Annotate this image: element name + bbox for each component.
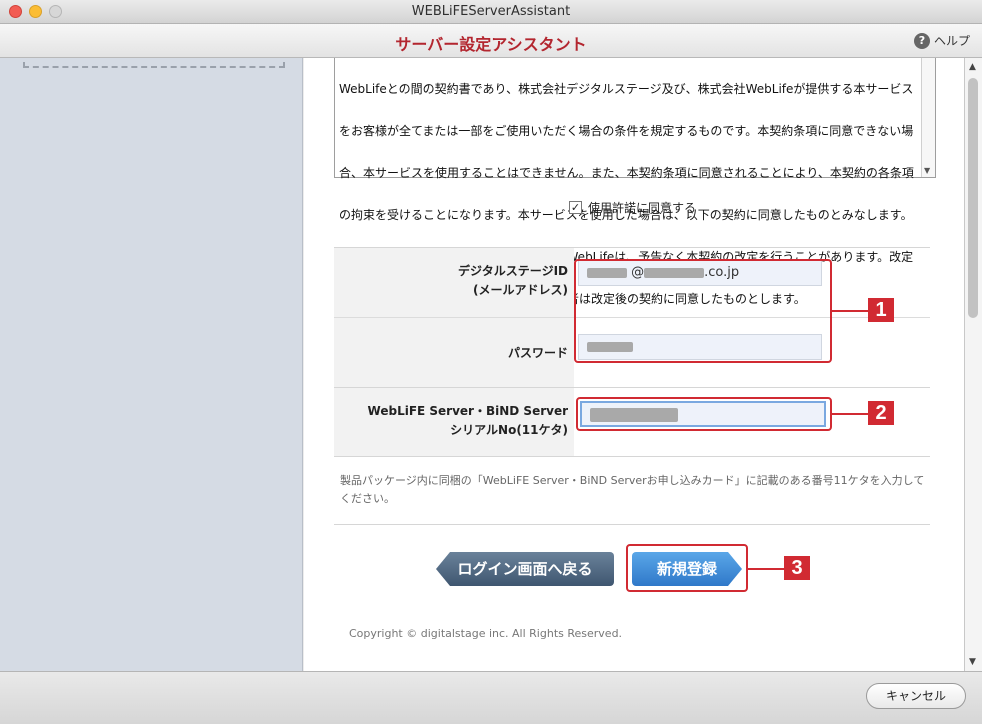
agree-checkbox-row[interactable]: ✓ 使用許諾に同意する bbox=[569, 199, 696, 216]
main-content: WebLifeとの間の契約書であり、株式会社デジタルステージ及び、株式会社Web… bbox=[304, 58, 964, 671]
cancel-button[interactable]: キャンセル bbox=[866, 683, 966, 709]
help-button[interactable]: ? ヘルプ bbox=[913, 32, 970, 49]
password-label: パスワード bbox=[507, 346, 568, 360]
help-label: ヘルプ bbox=[933, 34, 970, 48]
callout-badge-2: 2 bbox=[868, 401, 894, 425]
terms-textarea[interactable]: WebLifeとの間の契約書であり、株式会社デジタルステージ及び、株式会社Web… bbox=[334, 58, 936, 306]
terms-line: WebLifeとの間の契約書であり、株式会社デジタルステージ及び、株式会社Web… bbox=[339, 82, 914, 96]
serial-help-note: 製品パッケージ内に同梱の「WebLiFE Server・BiND Serverお… bbox=[340, 474, 925, 505]
window-title: WEBLiFEServerAssistant bbox=[411, 4, 571, 19]
divider bbox=[334, 524, 930, 525]
callout-line-1 bbox=[832, 310, 868, 312]
password-label-cell: パスワード bbox=[334, 318, 574, 387]
agree-checkbox[interactable]: ✓ bbox=[569, 201, 582, 214]
callout-highlight-1 bbox=[574, 259, 832, 363]
terms-scrollbar[interactable]: ▼ bbox=[921, 58, 935, 177]
copyright: Copyright © digitalstage inc. All Rights… bbox=[349, 627, 623, 640]
scrollbar-thumb[interactable] bbox=[968, 78, 978, 318]
digital-id-label: デジタルステージID (メールアドレス) bbox=[458, 264, 568, 297]
terms-line: 合、本サービスを使用することはできません。また、本契約条項に同意されることにより… bbox=[339, 166, 914, 180]
app-header: サーバー設定アシスタント ? ヘルプ bbox=[0, 24, 982, 58]
callout-badge-1: 1 bbox=[868, 298, 894, 322]
terms-line: をお客様が全てまたは一部をご使用いただく場合の条件を規定するものです。本契約条項… bbox=[339, 124, 914, 138]
window-titlebar: WEBLiFEServerAssistant bbox=[0, 0, 982, 24]
scroll-up-icon[interactable]: ▲ bbox=[969, 62, 976, 72]
agree-label: 使用許諾に同意する bbox=[588, 201, 697, 215]
footer-bar: キャンセル bbox=[0, 671, 982, 724]
callout-highlight-2 bbox=[576, 397, 832, 431]
scroll-down-icon[interactable]: ▼ bbox=[924, 166, 930, 175]
scroll-down-icon[interactable]: ▼ bbox=[969, 657, 976, 667]
serial-label: WebLiFE Server・BiND Server シリアルNo(11ケタ) bbox=[367, 404, 568, 437]
callout-line-2 bbox=[832, 413, 868, 415]
question-icon: ? bbox=[913, 32, 930, 49]
callout-highlight-3 bbox=[626, 544, 748, 592]
main-scrollbar[interactable]: ▲ ▼ bbox=[964, 58, 982, 671]
sidebar bbox=[0, 58, 303, 671]
sidebar-placeholder bbox=[23, 62, 285, 68]
callout-badge-3: 3 bbox=[784, 556, 810, 580]
serial-label-cell: WebLiFE Server・BiND Server シリアルNo(11ケタ) bbox=[334, 388, 574, 456]
callout-line-3 bbox=[748, 568, 784, 570]
back-to-login-button[interactable]: ログイン画面へ戻る bbox=[436, 552, 614, 586]
page-title: サーバー設定アシスタント bbox=[395, 35, 587, 54]
digital-id-label-cell: デジタルステージID (メールアドレス) bbox=[334, 248, 574, 317]
